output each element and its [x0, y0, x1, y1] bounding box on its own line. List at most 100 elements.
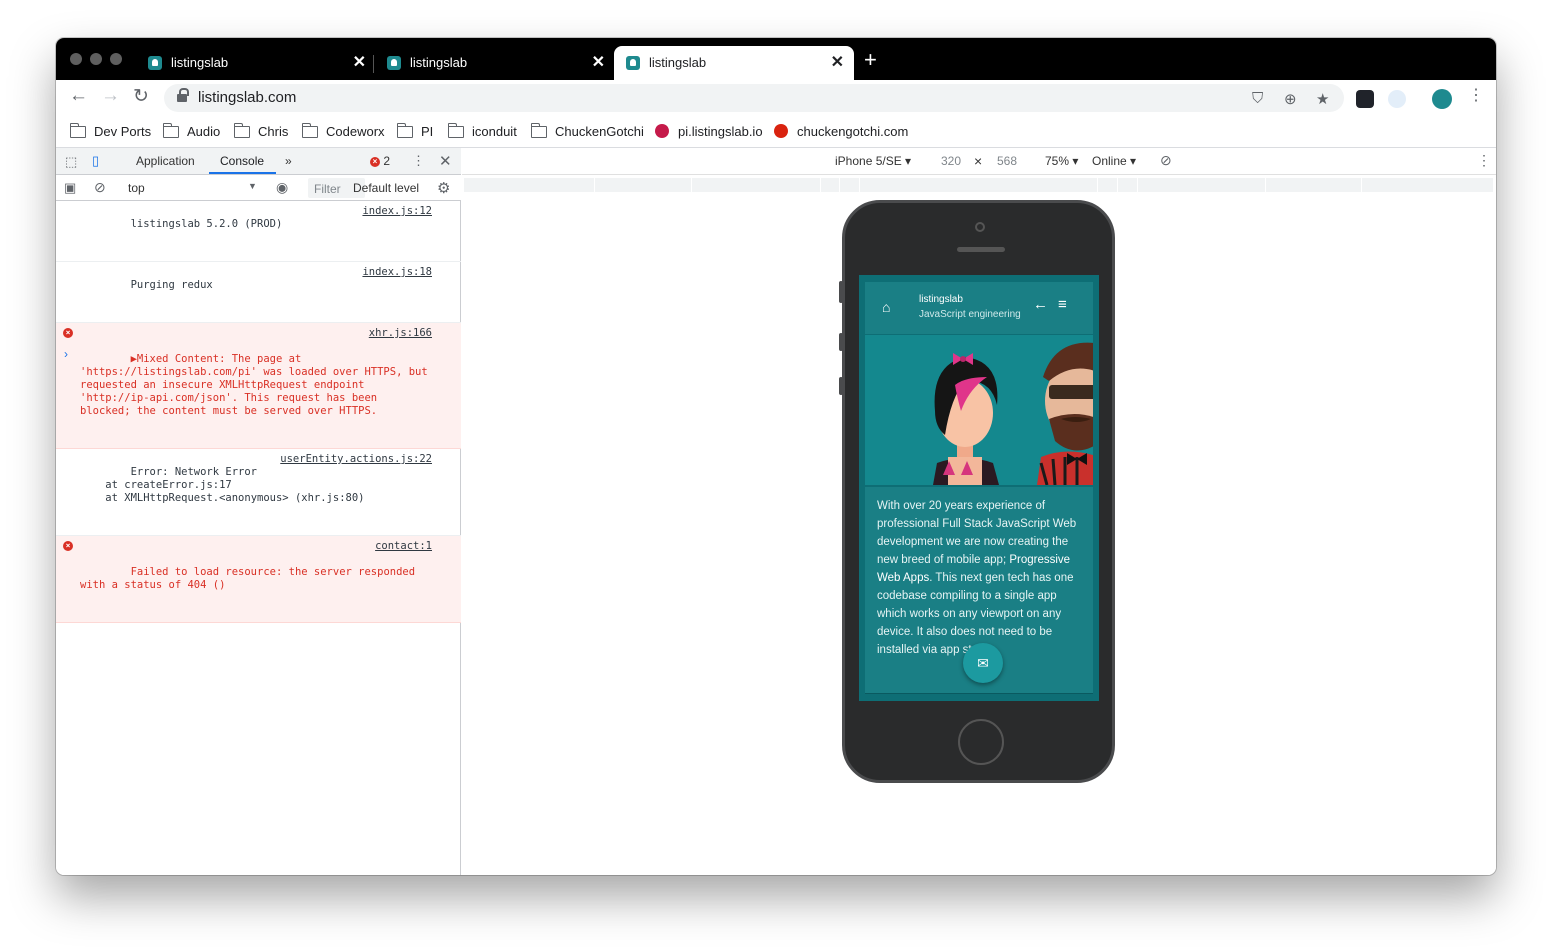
front-camera [975, 222, 985, 232]
extension-icon[interactable] [1388, 90, 1406, 108]
chicken-icon [774, 124, 788, 138]
new-tab-button[interactable]: + [864, 47, 877, 73]
close-window-button[interactable] [70, 53, 82, 65]
rotate-icon[interactable]: ⊘ [1160, 152, 1172, 169]
site-blocked-icon[interactable]: ⛉ [1252, 90, 1263, 107]
ruler-segment[interactable] [1362, 178, 1494, 192]
width-input[interactable]: 320 [941, 154, 961, 168]
device-selector[interactable]: iPhone 5/SE ▾ [835, 154, 911, 168]
bookmark-star-icon[interactable]: ★ [1316, 90, 1329, 108]
source-link[interactable]: contact:1 [375, 540, 432, 553]
ruler-segment[interactable] [595, 178, 692, 192]
mail-icon: ✉ [977, 655, 989, 671]
bookmark-folder[interactable]: Audio [162, 123, 220, 139]
device-menu-icon[interactable]: ⋮ [1477, 152, 1491, 169]
contact-fab[interactable]: ✉ [963, 643, 1003, 683]
close-tab-icon[interactable]: ✕ [831, 52, 844, 72]
bookmark-link[interactable]: pi.listingslab.io [655, 124, 763, 139]
minimize-window-button[interactable] [90, 53, 102, 65]
media-query-ruler[interactable] [464, 178, 1494, 192]
active-tab-indicator [209, 172, 276, 174]
back-arrow-icon[interactable]: ← [69, 85, 88, 107]
browser-tab[interactable]: listingslab ✕ [136, 46, 376, 80]
folder-icon [301, 123, 318, 138]
context-selector[interactable]: top [128, 181, 145, 195]
console-message: Error: Network Error at createError.js:1… [56, 449, 461, 536]
ruler-segment[interactable] [860, 178, 1098, 192]
devtools-menu-icon[interactable]: ⋮ [412, 153, 425, 169]
source-link[interactable]: index.js:18 [362, 266, 432, 279]
intro-card: With over 20 years experience of profess… [865, 487, 1093, 694]
iphone-frame: ⌂ listingslab JavaScript engineering ← ≡ [839, 200, 1115, 783]
react-devtools-icon[interactable] [1356, 90, 1374, 108]
source-link[interactable]: userEntity.actions.js:22 [280, 453, 432, 466]
hamburger-menu-icon[interactable]: ≡ [1058, 296, 1067, 313]
tab-strip: listingslab ✕ listingslab ✕ listingslab … [56, 38, 1496, 80]
chrome-menu-icon[interactable]: ⋮ [1468, 85, 1484, 105]
lock-icon [177, 88, 189, 103]
ruler-segment[interactable] [464, 178, 595, 192]
reload-icon[interactable]: ↻ [133, 85, 149, 108]
device-toggle-icon[interactable]: ▯ [92, 153, 99, 169]
tab-application[interactable]: Application [136, 154, 195, 168]
ruler-segment[interactable] [692, 178, 821, 192]
close-devtools-icon[interactable]: ✕ [439, 152, 452, 170]
developers-illustration [933, 342, 1093, 485]
bookmark-folder[interactable]: ChuckenGotchi [530, 123, 644, 139]
tab-console[interactable]: Console [220, 154, 264, 168]
ruler-segment[interactable] [1118, 178, 1138, 192]
clear-console-icon[interactable]: ⊘ [94, 179, 106, 196]
console-messages: listingslab 5.2.0 (PROD) index.js:12 Pur… [56, 201, 461, 623]
error-icon: × [63, 328, 73, 338]
home-icon[interactable]: ⌂ [882, 299, 890, 315]
ruler-segment[interactable] [840, 178, 860, 192]
error-icon: × [63, 541, 73, 551]
hero-illustration [865, 335, 1093, 485]
folder-icon [69, 123, 86, 138]
back-arrow-icon[interactable]: ← [1033, 296, 1048, 313]
sidebar-toggle-icon[interactable]: ▣ [64, 180, 76, 196]
tab-title: listingslab [171, 55, 229, 70]
browser-window: listingslab ✕ listingslab ✕ listingslab … [56, 38, 1496, 875]
more-tabs-button[interactable]: » [285, 154, 292, 168]
mute-switch [839, 281, 843, 303]
eye-icon[interactable]: ◉ [276, 179, 288, 196]
browser-tab-active[interactable]: listingslab ✕ [614, 46, 854, 80]
ruler-segment[interactable] [821, 178, 840, 192]
app-title: listingslab [919, 294, 963, 305]
browser-tab[interactable]: listingslab ✕ [375, 46, 615, 80]
bookmark-folder[interactable]: PI [396, 123, 433, 139]
zoom-window-button[interactable] [110, 53, 122, 65]
ruler-segment[interactable] [1098, 178, 1118, 192]
close-tab-icon[interactable]: ✕ [592, 52, 605, 72]
tab-title: listingslab [649, 55, 707, 70]
console-prompt[interactable]: › [64, 347, 68, 361]
install-app-icon[interactable]: ⊕ [1284, 90, 1297, 108]
tab-separator [373, 55, 374, 73]
height-input[interactable]: 568 [997, 154, 1017, 168]
network-throttle-selector[interactable]: Online ▾ [1092, 154, 1136, 168]
address-bar[interactable]: listingslab.com ⛉ ⊕ ★ [164, 84, 1344, 112]
source-link[interactable]: xhr.js:166 [368, 327, 432, 340]
close-tab-icon[interactable]: ✕ [353, 52, 366, 72]
log-level-dropdown[interactable]: Default level [353, 181, 419, 195]
settings-gear-icon[interactable]: ⚙ [437, 179, 450, 197]
inspect-element-icon[interactable]: ⬚ [65, 154, 77, 170]
bookmark-folder[interactable]: Chris [233, 123, 288, 139]
console-error-message[interactable]: × ▶Mixed Content: The page at 'https://l… [56, 323, 461, 449]
ruler-segment[interactable] [1138, 178, 1266, 192]
intro-text: With over 20 years experience of profess… [877, 500, 1077, 656]
device-toolbar: iPhone 5/SE ▾ 320 × 568 75% ▾ Online ▾ ⊘… [462, 148, 1496, 175]
error-icon: × [370, 157, 380, 167]
source-link[interactable]: index.js:12 [362, 205, 432, 218]
forward-arrow-icon[interactable]: → [101, 85, 120, 107]
zoom-selector[interactable]: 75% ▾ [1045, 154, 1078, 168]
ruler-segment[interactable] [1266, 178, 1362, 192]
profile-avatar[interactable] [1432, 89, 1452, 109]
bookmark-folder[interactable]: Codeworx [301, 123, 385, 139]
bookmark-folder[interactable]: Dev Ports [69, 123, 151, 139]
bookmark-folder[interactable]: iconduit [447, 123, 517, 139]
bookmark-link[interactable]: chuckengotchi.com [774, 124, 908, 139]
error-count-badge[interactable]: × 2 [370, 154, 390, 168]
volume-down-button [839, 377, 843, 395]
